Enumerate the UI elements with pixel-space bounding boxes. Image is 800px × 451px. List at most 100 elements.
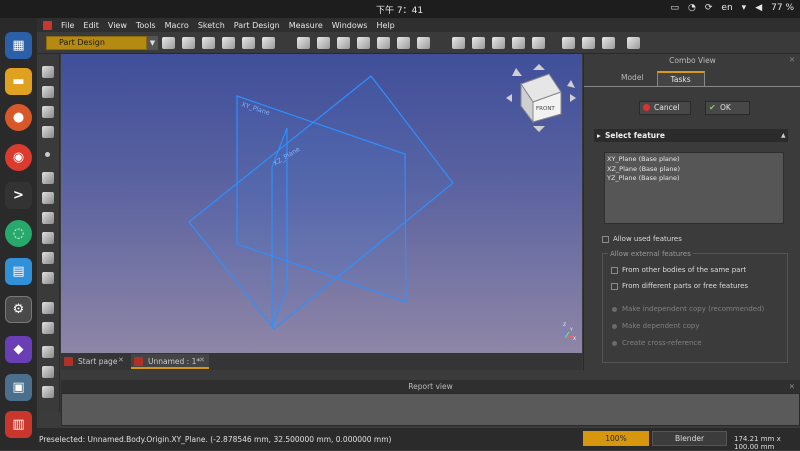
validate-sketch-icon[interactable] <box>202 37 215 49</box>
thickness-icon[interactable] <box>627 37 640 49</box>
menu-macro[interactable]: Macro <box>165 21 189 30</box>
view-fit-icon[interactable] <box>42 66 54 78</box>
xz-plane[interactable] <box>188 75 454 330</box>
cancel-button[interactable]: Cancel <box>639 101 691 115</box>
collapse-toggle-icon[interactable]: ▲ <box>781 132 786 139</box>
sub-shape-binder-icon[interactable] <box>42 252 54 264</box>
clock[interactable]: 下午 7：41 <box>376 3 423 16</box>
dependent-copy-radio[interactable] <box>612 324 617 329</box>
groove-icon[interactable] <box>472 37 485 49</box>
tab-model[interactable]: Model <box>608 71 657 86</box>
list-item[interactable]: XY_Plane (Base plane) <box>605 155 783 165</box>
datum-line-icon[interactable] <box>42 172 54 184</box>
measure-clear-icon[interactable] <box>42 366 54 378</box>
subtractive-pipe-icon[interactable] <box>512 37 525 49</box>
ok-button[interactable]: ✔ OK <box>705 101 750 115</box>
allow-used-checkbox[interactable] <box>602 236 609 243</box>
tab-close-icon[interactable]: ✕ <box>199 356 205 364</box>
loft-icon[interactable] <box>337 37 350 49</box>
measure-angular-icon[interactable] <box>42 322 54 334</box>
menu-sketch[interactable]: Sketch <box>198 21 225 30</box>
same-part-checkbox[interactable] <box>611 267 618 274</box>
zoom-indicator[interactable]: 100% <box>583 431 649 446</box>
language-indicator[interactable]: en <box>721 3 732 13</box>
menu-tools[interactable]: Tools <box>136 21 156 30</box>
additive-primitive-icon[interactable] <box>397 37 410 49</box>
freecad-menu-icon[interactable] <box>43 20 52 30</box>
close-icon[interactable]: ✕ <box>789 56 795 64</box>
attach-sketch-icon[interactable] <box>242 37 255 49</box>
nav-right-arrow-icon[interactable] <box>570 94 576 102</box>
nav-rotate-right-icon[interactable] <box>567 80 575 88</box>
chevron-down-icon[interactable]: ▼ <box>147 36 158 50</box>
menu-view[interactable]: View <box>108 21 127 30</box>
battery-indicator[interactable]: 77 % <box>771 3 794 13</box>
chamfer-icon[interactable] <box>582 37 595 49</box>
obsidian-icon[interactable]: ◆ <box>5 336 32 363</box>
save-view-icon[interactable] <box>42 106 54 118</box>
navigation-style-selector[interactable]: Blender <box>652 431 727 446</box>
sync-icon[interactable]: ◌ <box>5 220 32 247</box>
menu-edit[interactable]: Edit <box>83 21 99 30</box>
measure-toggle-icon[interactable] <box>42 386 54 398</box>
screenshot-icon[interactable]: ▣ <box>5 374 32 401</box>
menu-windows[interactable]: Windows <box>332 21 368 30</box>
list-item[interactable]: YZ_Plane (Base plane) <box>605 174 783 184</box>
tab-tasks[interactable]: Tasks <box>656 71 705 86</box>
measure-linear-icon[interactable] <box>42 302 54 314</box>
close-icon[interactable]: ✕ <box>789 380 795 393</box>
nav-left-arrow-icon[interactable] <box>506 94 512 102</box>
nav-up-arrow-icon[interactable] <box>533 64 545 70</box>
menu-part-design[interactable]: Part Design <box>234 21 280 30</box>
apps-grid-icon[interactable]: ▦ <box>5 32 32 59</box>
clone-feature-icon[interactable] <box>42 272 54 284</box>
hole-icon[interactable] <box>452 37 465 49</box>
freecad-icon[interactable]: ⚙ <box>5 296 32 323</box>
navigation-cube[interactable]: FRONT <box>506 64 576 132</box>
sync-tray-icon[interactable]: ⟳ <box>705 3 713 13</box>
list-item[interactable]: XZ_Plane (Base plane) <box>605 165 783 175</box>
create-sketch-icon[interactable] <box>182 37 195 49</box>
terminal-icon[interactable]: > <box>5 182 32 209</box>
draw-style-icon[interactable] <box>42 86 54 98</box>
report-view-area[interactable] <box>61 393 800 426</box>
cross-reference-radio[interactable] <box>612 341 617 346</box>
select-feature-header[interactable]: ▸ Select feature <box>594 129 788 142</box>
shape-binder-icon[interactable] <box>42 232 54 244</box>
isometric-view-icon[interactable] <box>42 126 54 138</box>
datum-point-icon[interactable] <box>45 152 50 157</box>
3d-viewport[interactable]: XY_Plane XZ_Plane FRONT X Y Z <box>61 54 582 353</box>
chat-icon[interactable]: ▭ <box>671 3 680 13</box>
subtractive-helix-icon[interactable] <box>532 37 545 49</box>
menu-measure[interactable]: Measure <box>289 21 323 30</box>
create-body-icon[interactable] <box>162 37 175 49</box>
subtractive-loft-icon[interactable] <box>492 37 505 49</box>
store-icon[interactable]: ▤ <box>5 258 32 285</box>
measure-refresh-icon[interactable] <box>42 346 54 358</box>
workbench-selector[interactable]: Part Design <box>46 36 147 50</box>
files-icon[interactable]: ▬ <box>5 68 32 95</box>
firefox-icon[interactable]: ● <box>5 104 32 131</box>
tab-unnamed[interactable]: Unnamed : 1* <box>131 354 209 369</box>
pipe-icon[interactable] <box>357 37 370 49</box>
datum-plane-icon[interactable] <box>42 192 54 204</box>
trash-icon[interactable]: ▥ <box>5 411 32 438</box>
volume-icon[interactable]: ◀ <box>755 3 762 13</box>
independent-copy-radio[interactable] <box>612 307 617 312</box>
tab-close-icon[interactable]: ✕ <box>118 356 124 364</box>
helix-icon[interactable] <box>377 37 390 49</box>
draft-icon[interactable] <box>602 37 615 49</box>
pocket-icon[interactable] <box>417 37 430 49</box>
clone-icon[interactable] <box>262 37 275 49</box>
fillet-icon[interactable] <box>562 37 575 49</box>
local-coordinate-icon[interactable] <box>42 212 54 224</box>
chrome-icon[interactable]: ◉ <box>5 144 32 171</box>
pad-icon[interactable] <box>297 37 310 49</box>
revolution-icon[interactable] <box>317 37 330 49</box>
menu-help[interactable]: Help <box>376 21 394 30</box>
wifi-icon[interactable]: ▾ <box>742 3 747 13</box>
bell-icon[interactable]: ◔ <box>688 3 696 13</box>
map-sketch-icon[interactable] <box>222 37 235 49</box>
different-parts-checkbox[interactable] <box>611 283 618 290</box>
nav-rotate-left-icon[interactable] <box>512 68 522 76</box>
